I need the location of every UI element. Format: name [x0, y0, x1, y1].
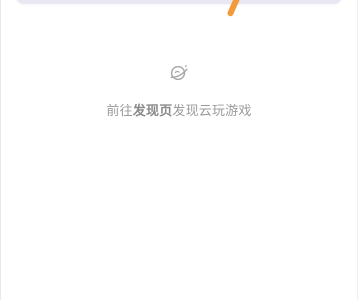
empty-state: 前往发现页发现云玩游戏 — [0, 62, 358, 119]
left-divider — [0, 0, 1, 300]
hint-suffix: 发现云玩游戏 — [172, 104, 252, 119]
empty-state-hint: 前往发现页发现云玩游戏 — [106, 100, 251, 119]
hint-prefix: 前往 — [106, 104, 133, 119]
top-card-edge — [16, 0, 342, 4]
discover-page-link[interactable]: 发现页 — [133, 104, 173, 119]
planet-icon — [170, 65, 188, 81]
cloud-games-empty-page: 前往发现页发现云玩游戏 — [0, 0, 358, 300]
